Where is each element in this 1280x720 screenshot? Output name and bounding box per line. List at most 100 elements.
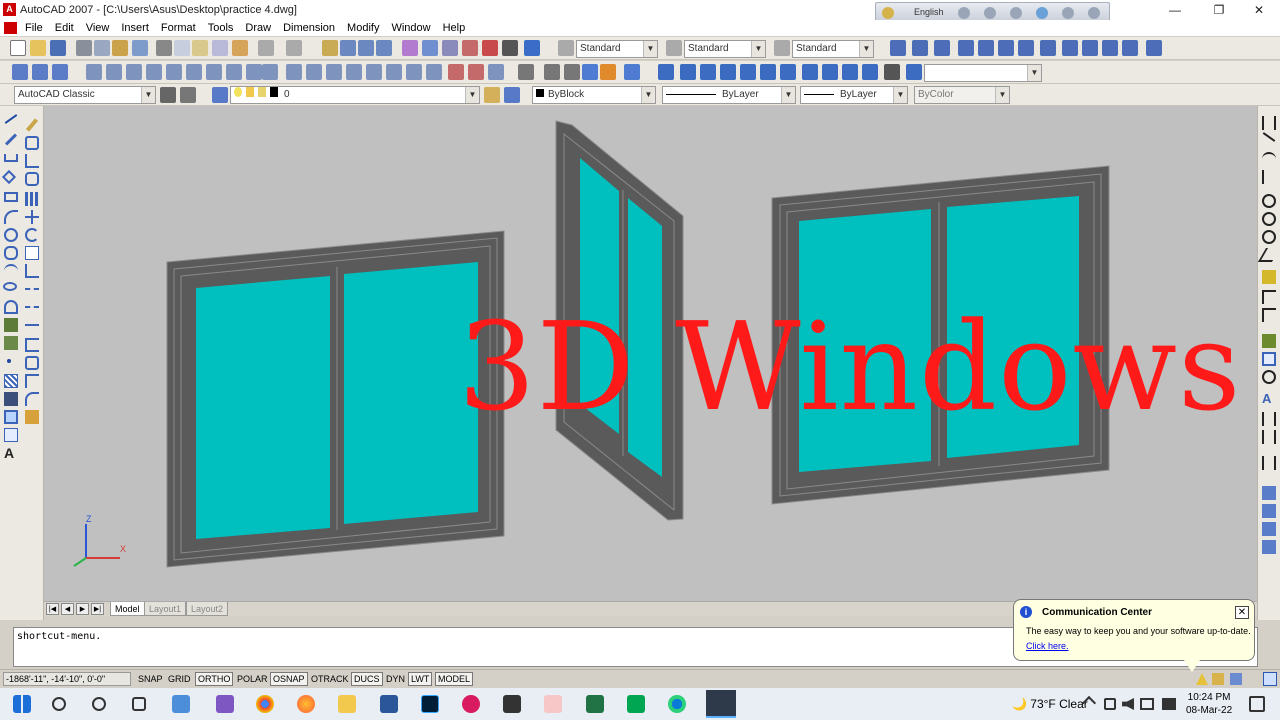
dim-text-edit-icon[interactable]: A — [1262, 392, 1276, 406]
left-view-icon[interactable] — [700, 64, 716, 80]
chevron-down-icon[interactable]: ▼ — [1027, 65, 1041, 81]
helix-icon[interactable] — [246, 64, 262, 80]
excel-icon[interactable] — [586, 695, 604, 713]
jogged-dim-icon[interactable] — [998, 40, 1014, 56]
sw-iso-view-icon[interactable] — [780, 64, 796, 80]
chevron-down-icon[interactable]: ▼ — [893, 87, 907, 103]
word-icon[interactable] — [380, 695, 398, 713]
tool-palettes-icon[interactable] — [442, 40, 458, 56]
presspull-icon[interactable] — [306, 64, 322, 80]
design-center-icon[interactable] — [422, 40, 438, 56]
chevron-down-icon[interactable]: ▼ — [859, 41, 873, 57]
tolerance-icon[interactable] — [1262, 352, 1276, 366]
properties-icon[interactable] — [402, 40, 418, 56]
menu-help[interactable]: Help — [437, 20, 472, 36]
front-view-icon[interactable] — [740, 64, 756, 80]
network-icon[interactable] — [1104, 698, 1116, 710]
angular-dim-icon[interactable] — [1257, 248, 1280, 262]
ducs-toggle[interactable]: DUCS — [351, 672, 383, 686]
pyramid-icon[interactable] — [226, 64, 242, 80]
dim-update-icon[interactable] — [1262, 430, 1276, 444]
arc-dim-icon[interactable] — [934, 40, 950, 56]
dim-style-icon[interactable] — [1262, 456, 1276, 470]
layer-select[interactable]: 0 ▼ — [230, 86, 480, 104]
menu-window[interactable]: Window — [385, 20, 436, 36]
continuous-orbit-icon[interactable] — [52, 64, 68, 80]
help-icon[interactable] — [1062, 7, 1074, 19]
document-icon[interactable] — [4, 22, 17, 34]
polar-toggle[interactable]: POLAR — [234, 672, 271, 686]
array-icon[interactable] — [25, 192, 39, 206]
menu-view[interactable]: View — [80, 20, 116, 36]
firefox-icon[interactable] — [297, 695, 315, 713]
radius-dim-icon[interactable] — [978, 40, 994, 56]
point-icon[interactable] — [7, 359, 11, 363]
ordinate-dim-icon[interactable] — [1262, 170, 1276, 184]
back-view-icon[interactable] — [760, 64, 776, 80]
rotate-icon[interactable] — [25, 228, 39, 242]
camtasia-icon[interactable] — [627, 695, 645, 713]
battery-icon[interactable] — [1140, 698, 1154, 710]
table-style-select[interactable]: Standard ▼ — [792, 40, 874, 58]
weather-widget[interactable]: 🌙 73°F Clear — [1012, 697, 1088, 711]
plotstyle-select[interactable]: ByColor ▼ — [914, 86, 1010, 104]
viewport-icon[interactable] — [1262, 486, 1276, 500]
otrack-toggle[interactable]: OTRACK — [308, 672, 352, 686]
rectangle-icon[interactable] — [4, 192, 18, 202]
prev-tab-button[interactable]: ◀ — [61, 603, 74, 615]
mirror-icon[interactable] — [25, 154, 39, 168]
chevron-down-icon[interactable]: ▼ — [751, 41, 765, 57]
paste-icon[interactable] — [192, 40, 208, 56]
open-icon[interactable] — [30, 40, 46, 56]
chrome-icon[interactable] — [256, 695, 274, 713]
tab-model[interactable]: Model — [110, 602, 145, 616]
erase-icon[interactable] — [25, 118, 39, 132]
dim-style-select[interactable]: Standard ▼ — [684, 40, 766, 58]
task-view-icon[interactable] — [132, 697, 146, 711]
right-view-icon[interactable] — [720, 64, 736, 80]
nw-iso-view-icon[interactable] — [842, 64, 858, 80]
volume-icon[interactable] — [1122, 698, 1134, 710]
menu-draw[interactable]: Draw — [239, 20, 277, 36]
taskbar-clock[interactable]: 10:24 PM 08-Mar-22 — [1186, 691, 1232, 717]
etransmit-icon[interactable] — [132, 40, 148, 56]
ellipse-icon[interactable] — [3, 282, 17, 291]
undo-icon[interactable] — [258, 40, 274, 56]
language-label[interactable]: English — [914, 7, 944, 17]
menu-modify[interactable]: Modify — [341, 20, 385, 36]
insert-block-icon[interactable] — [4, 318, 18, 332]
loft-icon[interactable] — [366, 64, 382, 80]
last-tab-button[interactable]: ▶| — [91, 603, 104, 615]
visual-style-hidden-icon[interactable] — [564, 64, 580, 80]
3d-window-left[interactable] — [166, 230, 505, 568]
aligned-dim-icon[interactable] — [1262, 132, 1276, 142]
save-icon[interactable] — [50, 40, 66, 56]
cylinder-icon[interactable] — [186, 64, 202, 80]
view-select[interactable]: ▼ — [924, 64, 1042, 82]
ordinate-dim-icon[interactable] — [958, 40, 974, 56]
tab-layout1[interactable]: Layout1 — [144, 602, 187, 616]
notifications-icon[interactable] — [1249, 696, 1265, 712]
circle-icon[interactable] — [4, 228, 18, 242]
help-icon[interactable] — [524, 40, 540, 56]
multiline-text-icon[interactable]: A — [4, 446, 18, 460]
lwt-toggle[interactable]: LWT — [408, 672, 433, 686]
balloon-close-button[interactable]: ✕ — [1235, 606, 1249, 619]
photoshop-icon[interactable] — [421, 695, 439, 713]
union-icon[interactable] — [386, 64, 402, 80]
intersect-icon[interactable] — [426, 64, 442, 80]
model-toggle[interactable]: MODEL — [435, 672, 474, 686]
color-select[interactable]: ByBlock ▼ — [532, 86, 656, 104]
jogged-icon[interactable] — [1262, 212, 1276, 226]
scale-icon[interactable] — [25, 246, 39, 260]
sun-icon[interactable] — [246, 87, 254, 97]
camera-icon[interactable] — [862, 64, 878, 80]
box-icon[interactable] — [106, 64, 122, 80]
lock-icon[interactable] — [258, 87, 266, 97]
explode-icon[interactable] — [25, 410, 39, 424]
search-icon[interactable] — [52, 697, 66, 711]
arc-icon[interactable] — [4, 210, 18, 224]
terminal-icon[interactable] — [503, 695, 521, 713]
aligned-dim-icon[interactable] — [912, 40, 928, 56]
match-properties-icon[interactable] — [212, 40, 228, 56]
